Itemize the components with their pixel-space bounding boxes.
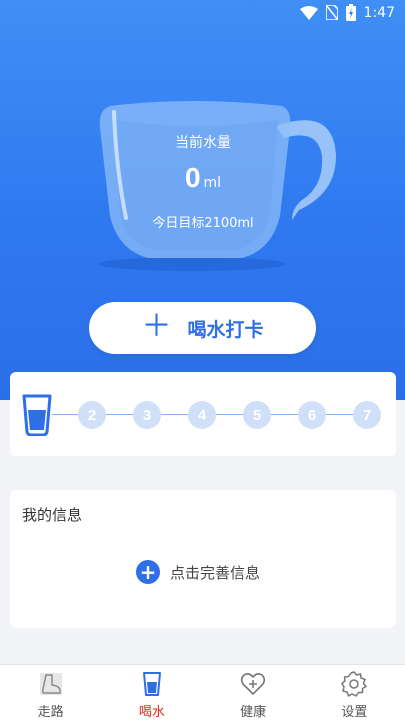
- tab-drink[interactable]: 喝水: [101, 665, 202, 720]
- progress-step[interactable]: 5: [243, 401, 271, 429]
- tab-health-label: 健康: [240, 705, 267, 720]
- shoe-icon: [39, 673, 62, 695]
- progress-step[interactable]: 7: [353, 401, 381, 429]
- tab-walk-label: 走路: [37, 705, 64, 720]
- progress-step[interactable]: 3: [133, 401, 161, 429]
- tab-health[interactable]: 健康: [203, 665, 304, 720]
- tab-settings-label: 设置: [341, 705, 368, 720]
- complete-info-button[interactable]: + 点击完善信息: [136, 560, 260, 584]
- tab-walk[interactable]: 走路: [0, 665, 101, 720]
- drink-checkin-button[interactable]: ＋ 喝水打卡: [89, 302, 316, 354]
- my-info-title: 我的信息: [22, 506, 83, 524]
- current-amount-label: 当前水量: [175, 135, 231, 151]
- daily-target: 今日目标2100ml: [152, 216, 254, 231]
- complete-info-label: 点击完善信息: [170, 563, 261, 582]
- bottom-tab-bar: 走路 喝水 健康 设置: [0, 664, 405, 720]
- tab-drink-label: 喝水: [138, 705, 165, 720]
- battery-icon: [345, 4, 356, 21]
- gear-icon: [341, 671, 368, 697]
- drink-checkin-label: 喝水打卡: [187, 319, 264, 341]
- current-amount-unit: ml: [203, 175, 222, 191]
- my-info-card: 我的信息 + 点击完善信息: [10, 490, 396, 628]
- current-amount-value: 0: [184, 162, 201, 193]
- drink-progress-card: 2 3 4 5 6 7: [10, 372, 396, 456]
- progress-step[interactable]: 4: [188, 401, 216, 429]
- tab-settings[interactable]: 设置: [304, 665, 405, 720]
- plus-icon: ＋: [141, 310, 172, 343]
- status-bar: 1:47: [0, 0, 405, 28]
- plus-circle-icon: +: [136, 560, 160, 584]
- glass-step-icon: [22, 394, 52, 436]
- wifi-icon: [299, 5, 318, 20]
- status-time: 1:47: [363, 4, 395, 21]
- heart-plus-icon: [241, 673, 266, 695]
- progress-step[interactable]: 6: [298, 401, 326, 429]
- cup-icon: [142, 672, 161, 696]
- current-amount: 0 ml: [107, 162, 299, 194]
- no-sim-icon: [325, 5, 338, 20]
- progress-step[interactable]: 2: [78, 401, 106, 429]
